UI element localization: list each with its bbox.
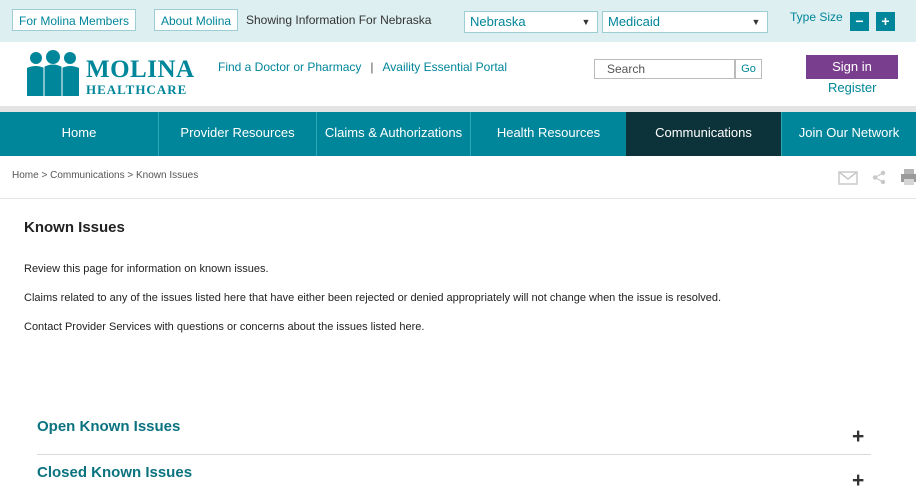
main-nav: Home Provider Resources Claims & Authori…: [0, 112, 916, 156]
share-icon[interactable]: [872, 170, 886, 185]
breadcrumb-communications[interactable]: Communications: [50, 170, 124, 181]
site-header: MOLINA HEALTHCARE Find a Doctor or Pharm…: [0, 42, 916, 106]
breadcrumb-separator: >: [124, 170, 136, 181]
decrease-text-size-button[interactable]: −: [850, 12, 869, 31]
closed-known-issues-header[interactable]: Closed Known Issues: [37, 464, 192, 481]
about-molina-tab[interactable]: About Molina: [154, 9, 239, 31]
search-go-button[interactable]: Go: [735, 59, 762, 79]
search-input[interactable]: Search: [594, 59, 735, 79]
header-links: Find a Doctor or Pharmacy | Availity Essen…: [218, 60, 507, 74]
plan-select[interactable]: Medicaid ▼: [602, 11, 768, 33]
chevron-down-icon: ▼: [751, 17, 761, 27]
open-known-issues-header[interactable]: Open Known Issues: [37, 418, 180, 435]
accordion-divider: [37, 454, 871, 455]
molina-logo[interactable]: MOLINA HEALTHCARE: [24, 50, 194, 100]
page-title: Known Issues: [24, 219, 125, 236]
type-size-label: Type Size: [790, 10, 843, 24]
contact-paragraph: Contact Provider Services with questions…: [24, 321, 425, 333]
for-members-tab[interactable]: For Molina Members: [12, 9, 137, 31]
increase-text-size-button[interactable]: +: [876, 12, 895, 31]
expand-open-issues-icon[interactable]: +: [852, 426, 864, 447]
nav-provider-resources[interactable]: Provider Resources: [158, 112, 316, 156]
logo-wordmark: MOLINA: [86, 56, 195, 83]
breadcrumb-divider: [0, 198, 916, 199]
find-doctor-link[interactable]: Find a Doctor or Pharmacy: [218, 60, 361, 74]
molina-logo-icon: [27, 50, 79, 96]
expand-closed-issues-icon[interactable]: +: [852, 470, 864, 491]
nav-health-resources[interactable]: Health Resources: [470, 112, 626, 156]
plan-select-value: Medicaid: [608, 14, 661, 29]
nav-communications[interactable]: Communications: [626, 112, 781, 156]
chevron-down-icon: ▼: [581, 17, 591, 27]
logo-subtitle: HEALTHCARE: [86, 82, 188, 97]
link-separator: |: [370, 60, 374, 74]
utility-bar: For Molina Members About Molina Showing …: [0, 0, 916, 42]
email-icon[interactable]: [838, 171, 858, 185]
breadcrumb-current: Known Issues: [135, 170, 199, 181]
breadcrumb-separator: >: [38, 170, 51, 181]
nav-join-network[interactable]: Join Our Network: [781, 112, 916, 156]
print-icon[interactable]: [900, 168, 916, 186]
nav-home[interactable]: Home: [0, 112, 158, 156]
nav-claims-authorizations[interactable]: Claims & Authorizations: [316, 112, 470, 156]
breadcrumb: Home > Communications > Known Issues: [12, 170, 198, 181]
intro-paragraph: Review this page for information on know…: [24, 263, 269, 275]
availity-portal-link[interactable]: Availity Essential Portal: [383, 60, 508, 74]
register-link[interactable]: Register: [828, 80, 876, 95]
state-select-value: Nebraska: [470, 14, 526, 29]
showing-info-text: Showing Information For Nebraska: [246, 13, 432, 27]
breadcrumb-home[interactable]: Home: [12, 170, 39, 181]
state-select[interactable]: Nebraska ▼: [464, 11, 598, 33]
claims-paragraph: Claims related to any of the issues list…: [24, 292, 722, 304]
sign-in-button[interactable]: Sign in: [806, 55, 898, 79]
